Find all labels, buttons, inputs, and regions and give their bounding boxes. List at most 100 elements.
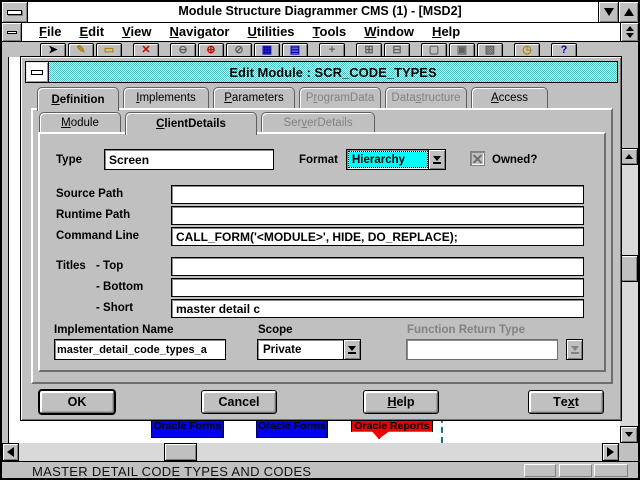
format-value: Hierarchy bbox=[349, 152, 427, 167]
cancel-button[interactable]: Cancel bbox=[201, 390, 277, 414]
tab-definition[interactable]: Definition bbox=[37, 87, 119, 111]
window-title: Module Structure Diagrammer CMS (1) - [M… bbox=[2, 4, 638, 18]
title-short-input[interactable] bbox=[172, 301, 583, 318]
edit-tool-button[interactable]: ✎ bbox=[68, 43, 94, 57]
implementation-name-field bbox=[54, 339, 226, 360]
unlock-tool-button[interactable]: ⊖ bbox=[170, 43, 196, 57]
format-label: Format bbox=[299, 154, 338, 166]
function-return-type-label: Function Return Type bbox=[407, 324, 525, 336]
type-input[interactable] bbox=[105, 150, 273, 169]
select-area-tool-button[interactable]: ▧ bbox=[477, 43, 503, 57]
status-text: MASTER DETAIL CODE TYPES AND CODES bbox=[32, 464, 311, 479]
type-field bbox=[104, 149, 274, 170]
menu-window[interactable]: Window bbox=[355, 23, 423, 41]
horizontal-scroll-thumb[interactable] bbox=[164, 443, 197, 461]
mdi-system-menu-button[interactable] bbox=[2, 23, 22, 41]
owned-label: Owned? bbox=[492, 154, 537, 166]
minimize-icon bbox=[604, 8, 614, 16]
subtab-client-details[interactable]: Client Details bbox=[125, 112, 257, 135]
command-line-field bbox=[171, 227, 584, 246]
title-short-label: - Short bbox=[96, 302, 133, 314]
tab-access[interactable]: Access bbox=[471, 87, 548, 108]
menu-file[interactable]: File bbox=[30, 23, 70, 41]
scroll-down-icon bbox=[625, 432, 633, 437]
main-titlebar[interactable]: Module Structure Diagrammer CMS (1) - [M… bbox=[2, 2, 638, 23]
scroll-up-button[interactable] bbox=[620, 148, 638, 165]
subtab-module[interactable]: Module bbox=[39, 112, 121, 132]
maximize-button[interactable] bbox=[618, 2, 638, 22]
pointer-tool-button[interactable]: ➤ bbox=[40, 43, 66, 57]
title-top-label: - Top bbox=[96, 260, 123, 272]
dialog-title-area: Edit Module : SCR_CODE_TYPES bbox=[49, 62, 617, 82]
dropdown-bar-icon bbox=[433, 162, 441, 164]
history-tool-button[interactable]: ◷ bbox=[514, 43, 540, 57]
vertical-scrollbar[interactable] bbox=[620, 148, 638, 443]
toolbar: ➤✎▭ ✕ ⊖⊕⊘▦▤ + ⊞⊟ ▢▣▧ ◷? bbox=[2, 43, 638, 57]
help-tool-button[interactable]: ? bbox=[551, 43, 577, 57]
scroll-down-button[interactable] bbox=[620, 426, 638, 443]
delete-tool-button[interactable]: ✕ bbox=[133, 43, 159, 57]
vertical-scroll-thumb[interactable] bbox=[620, 255, 638, 282]
toolbar-spacer bbox=[161, 43, 168, 57]
dialog-titlebar[interactable]: Edit Module : SCR_CODE_TYPES bbox=[25, 61, 618, 83]
scope-combo[interactable]: Private bbox=[257, 339, 361, 360]
toolbar-spacer bbox=[505, 43, 512, 57]
lock-add-tool-button[interactable]: ⊕ bbox=[198, 43, 224, 57]
menu-view[interactable]: View bbox=[113, 23, 160, 41]
module-box-label: Oracle Reports bbox=[354, 420, 429, 432]
scope-value: Private bbox=[260, 342, 342, 357]
usage-grid-tool-button[interactable]: ▦ bbox=[254, 43, 280, 57]
dialog-system-menu-button[interactable] bbox=[26, 62, 49, 82]
tab-program-data[interactable]: Program Data bbox=[299, 87, 381, 108]
scroll-right-button[interactable] bbox=[602, 443, 619, 461]
toolbar-spacer bbox=[347, 43, 354, 57]
ok-button[interactable]: OK bbox=[39, 390, 115, 414]
runtime-path-field bbox=[171, 206, 584, 225]
maximize-icon bbox=[624, 8, 634, 16]
title-bottom-input[interactable] bbox=[172, 280, 583, 297]
menu-utilities[interactable]: Utilities bbox=[238, 23, 303, 41]
toolbar-spacer bbox=[124, 43, 131, 57]
layout-tool-button[interactable]: ▢ bbox=[421, 43, 447, 57]
add-module-tool-button[interactable]: + bbox=[319, 43, 345, 57]
runtime-path-input[interactable] bbox=[172, 208, 583, 225]
scope-dropdown-button[interactable] bbox=[343, 340, 360, 359]
horizontal-scrollbar[interactable] bbox=[2, 443, 619, 461]
format-combo[interactable]: Hierarchy bbox=[346, 149, 446, 170]
help-button[interactable]: Help bbox=[363, 390, 439, 414]
expand-tool-button[interactable]: ⊞ bbox=[356, 43, 382, 57]
toolbar-spacer bbox=[310, 43, 317, 57]
dropdown-bar-icon bbox=[571, 352, 579, 354]
title-bottom-field bbox=[171, 278, 584, 297]
menu-help[interactable]: Help bbox=[423, 23, 469, 41]
menu-navigator[interactable]: Navigator bbox=[160, 23, 238, 41]
menu-items: File Edit View Navigator Utilities Tools… bbox=[30, 23, 620, 41]
menu-tools[interactable]: Tools bbox=[304, 23, 356, 41]
title-top-input[interactable] bbox=[172, 259, 583, 276]
implementation-name-input[interactable] bbox=[55, 341, 225, 360]
scroll-left-button[interactable] bbox=[2, 443, 19, 461]
command-line-label: Command Line bbox=[56, 230, 139, 242]
edit-module-dialog: Edit Module : SCR_CODE_TYPES Definition … bbox=[20, 56, 622, 421]
implementation-name-label: Implementation Name bbox=[54, 324, 174, 336]
mdi-restore-button[interactable] bbox=[620, 23, 638, 41]
text-button[interactable]: Text bbox=[528, 390, 604, 414]
tab-datastructure[interactable]: Datastructure bbox=[385, 87, 467, 108]
command-line-input[interactable] bbox=[172, 229, 583, 246]
collapse-tool-button[interactable]: ⊟ bbox=[384, 43, 410, 57]
format-dropdown-button[interactable] bbox=[428, 150, 445, 169]
menu-edit[interactable]: Edit bbox=[70, 23, 113, 41]
zoom-box-tool-button[interactable]: ▭ bbox=[96, 43, 122, 57]
owned-checkbox[interactable] bbox=[470, 151, 485, 166]
source-path-input[interactable] bbox=[172, 187, 583, 204]
function-return-type-field bbox=[406, 339, 558, 360]
lock-tool-button[interactable]: ⊘ bbox=[226, 43, 252, 57]
tab-implements[interactable]: Implements bbox=[123, 87, 209, 108]
subtab-server-details[interactable]: Server Details bbox=[261, 112, 375, 132]
layout-alt-tool-button[interactable]: ▣ bbox=[449, 43, 475, 57]
minimize-button[interactable] bbox=[598, 2, 618, 22]
title-short-field bbox=[171, 299, 584, 318]
function-return-type-dropdown-button bbox=[566, 339, 583, 360]
print-layout-tool-button[interactable]: ▤ bbox=[282, 43, 308, 57]
tab-parameters[interactable]: Parameters bbox=[213, 87, 295, 108]
